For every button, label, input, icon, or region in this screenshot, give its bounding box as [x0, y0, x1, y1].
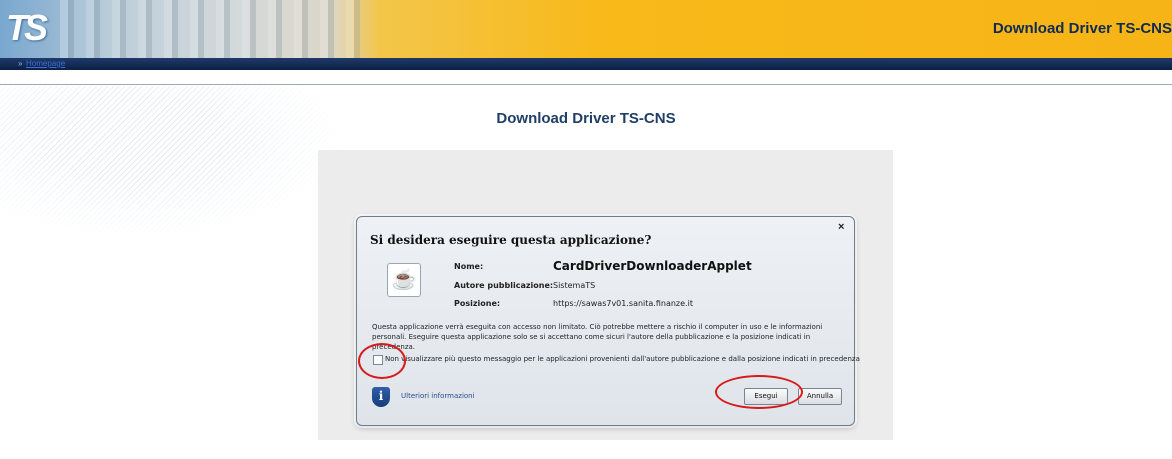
- publisher-label: Autore pubblicazione:: [454, 281, 554, 290]
- do-not-show-row: Non visualizzare più questo messaggio pe…: [373, 353, 860, 367]
- do-not-show-label[interactable]: Non visualizzare più questo messaggio pe…: [385, 355, 860, 363]
- nav-bar: » Homepage: [0, 58, 1172, 70]
- header-title: Download Driver TS-CNS: [992, 20, 1172, 37]
- page-title: Download Driver TS-CNS: [496, 110, 676, 127]
- nav-link-homepage[interactable]: Homepage: [26, 58, 65, 70]
- do-not-show-checkbox[interactable]: [373, 355, 383, 365]
- security-dialog: × Si desidera eseguire questa applicazio…: [356, 216, 860, 426]
- banner-photo: [60, 0, 360, 58]
- name-value: CardDriverDownloaderApplet: [553, 259, 752, 273]
- header-banner: TS Download Driver TS-CNS: [0, 0, 1172, 58]
- header-divider: [0, 84, 1172, 85]
- nav-bullet-icon: »: [18, 59, 23, 68]
- more-info-link[interactable]: Ulteriori informazioni: [401, 392, 475, 400]
- dialog-title: Si desidera eseguire questa applicazione…: [370, 233, 652, 247]
- publisher-value: SistemaTS: [553, 281, 596, 290]
- warning-text: Questa applicazione verrà eseguita con a…: [372, 323, 823, 351]
- ts-logo: TS: [6, 7, 48, 48]
- dialog-footer: i Ulteriori informazioni Esegui Annulla: [357, 383, 854, 411]
- background-watermark: [0, 86, 340, 236]
- name-label: Nome:: [454, 262, 484, 271]
- info-shield-icon: i: [372, 387, 390, 407]
- cancel-button[interactable]: Annulla: [798, 388, 842, 405]
- java-icon: ☕: [387, 263, 421, 297]
- run-button[interactable]: Esegui: [744, 388, 788, 405]
- location-label: Posizione:: [454, 299, 501, 308]
- close-icon[interactable]: ×: [838, 221, 844, 233]
- location-value: https://sawas7v01.sanita.finanze.it: [553, 299, 693, 308]
